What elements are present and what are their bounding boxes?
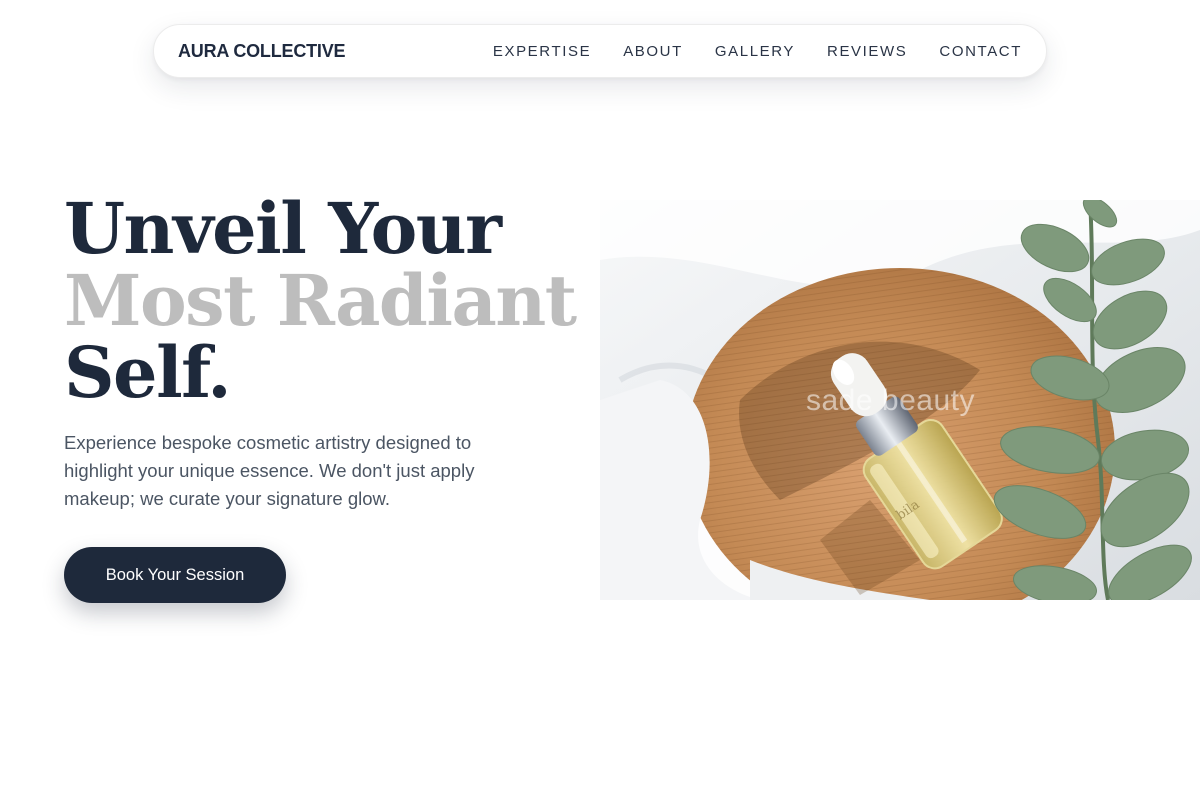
brand-logo[interactable]: AURA COLLECTIVE	[178, 41, 346, 62]
hero-section: Unveil Your Most Radiant Self. Experienc…	[64, 187, 577, 603]
nav-link-expertise[interactable]: EXPERTISE	[493, 43, 591, 60]
hero-subtitle: Experience bespoke cosmetic artistry des…	[64, 432, 475, 509]
image-watermark: sade beauty	[806, 384, 975, 417]
nav-link-reviews[interactable]: REVIEWS	[827, 43, 907, 60]
nav-links: EXPERTISE ABOUT GALLERY REVIEWS CONTACT	[493, 43, 1022, 60]
nav-link-gallery[interactable]: GALLERY	[715, 43, 795, 60]
hero-headline: Unveil Your Most Radiant Self.	[64, 187, 577, 414]
top-navigation: AURA COLLECTIVE EXPERTISE ABOUT GALLERY …	[153, 24, 1047, 78]
headline-line-2: Most Radiant	[64, 259, 577, 342]
nav-link-contact[interactable]: CONTACT	[939, 43, 1022, 60]
headline-line-1: Unveil Your	[64, 187, 502, 270]
nav-link-about[interactable]: ABOUT	[623, 43, 683, 60]
headline-line-3: Self.	[64, 331, 232, 414]
hero-product-image: bila sade beauty	[600, 200, 1200, 600]
book-session-button[interactable]: Book Your Session	[64, 547, 286, 603]
page: AURA COLLECTIVE EXPERTISE ABOUT GALLERY …	[0, 0, 1200, 800]
